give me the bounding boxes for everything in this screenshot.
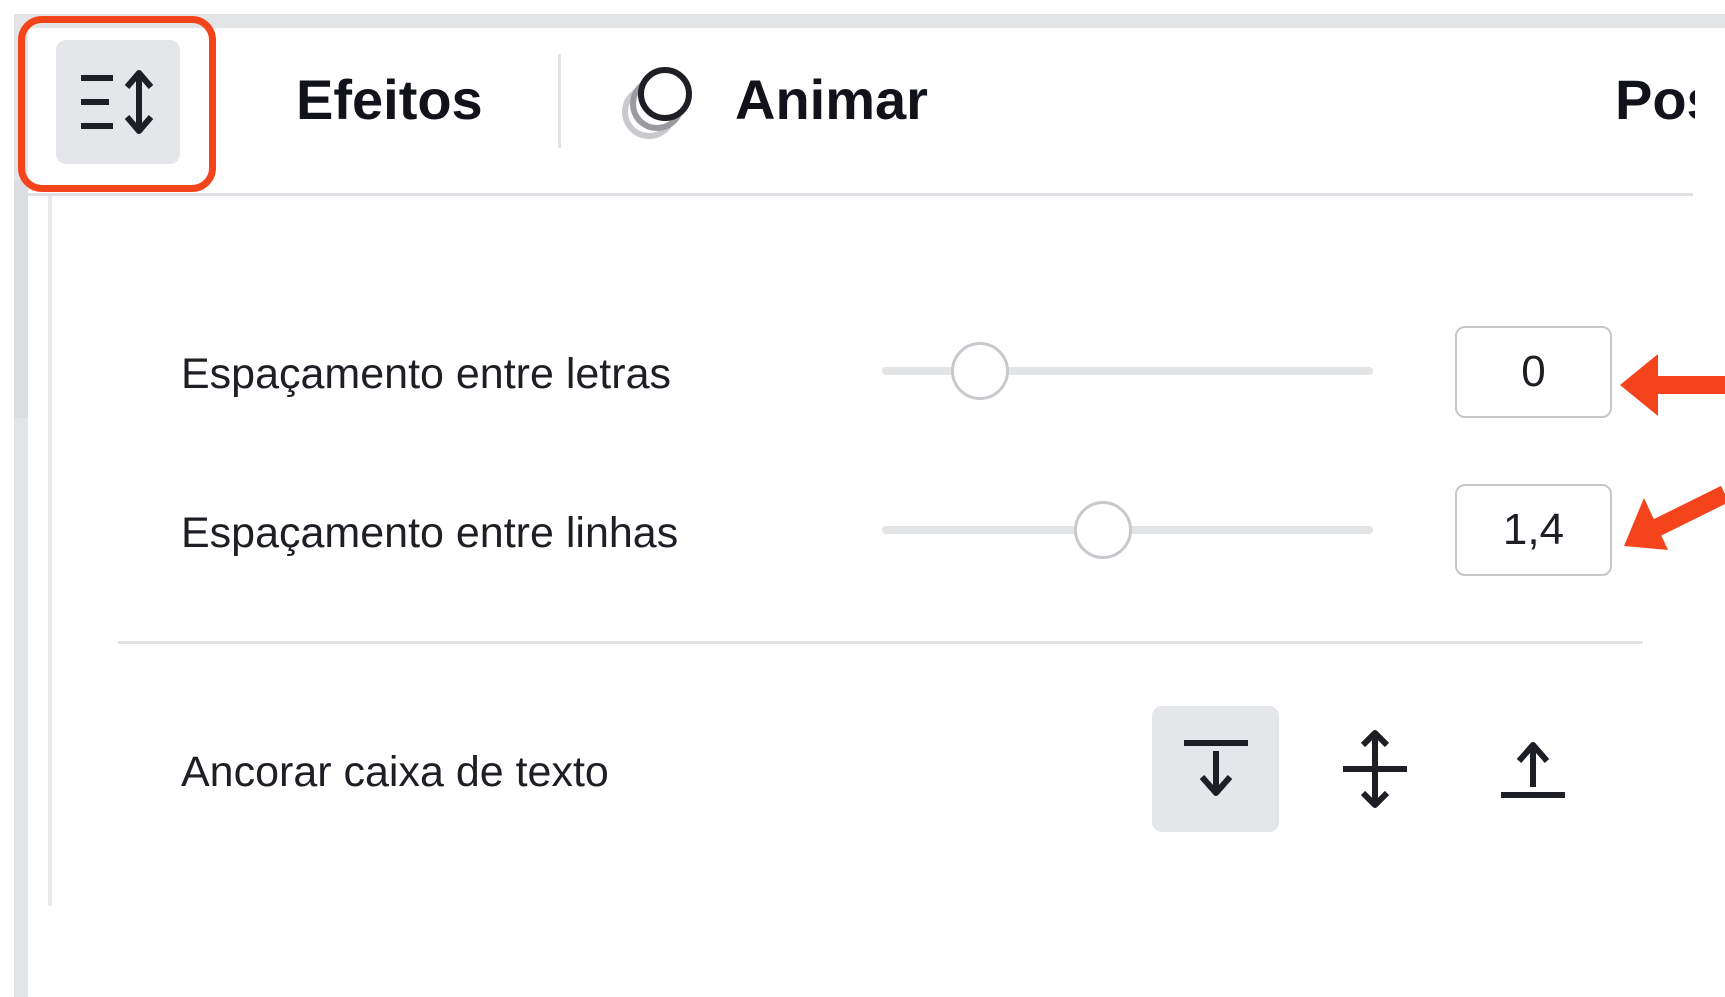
anchor-middle-icon [1342, 730, 1407, 808]
animate-icon[interactable] [617, 60, 697, 145]
letter-spacing-label: Espaçamento entre letras [181, 350, 671, 398]
toolbar-separator [558, 54, 561, 148]
letter-spacing-slider-thumb[interactable] [951, 342, 1010, 400]
position-tab[interactable]: Pos [1615, 64, 1695, 136]
animate-tab[interactable]: Animar [735, 64, 928, 136]
toolbar-divider [28, 193, 1693, 196]
line-spacing-slider-thumb[interactable] [1073, 501, 1132, 559]
line-spacing-label: Espaçamento entre linhas [181, 509, 679, 557]
anchor-top-button[interactable] [1152, 706, 1279, 832]
panel-edge [48, 196, 52, 906]
anchor-middle-button[interactable] [1311, 706, 1438, 832]
letter-spacing-input[interactable]: 0 [1455, 326, 1612, 418]
anchor-text-box-label: Ancorar caixa de texto [181, 748, 609, 796]
anchor-top-icon [1183, 740, 1248, 796]
anchor-bottom-icon [1500, 742, 1565, 798]
window-frame-top [14, 14, 1725, 28]
line-spacing-input[interactable]: 1,4 [1455, 484, 1612, 576]
section-divider [118, 641, 1643, 644]
arrow-annotation-letter [1620, 354, 1725, 416]
arrow-annotation-line [1624, 485, 1725, 550]
anchor-bottom-button[interactable] [1469, 706, 1596, 832]
effects-tab[interactable]: Efeitos [296, 64, 483, 136]
highlight-annotation [18, 16, 216, 192]
